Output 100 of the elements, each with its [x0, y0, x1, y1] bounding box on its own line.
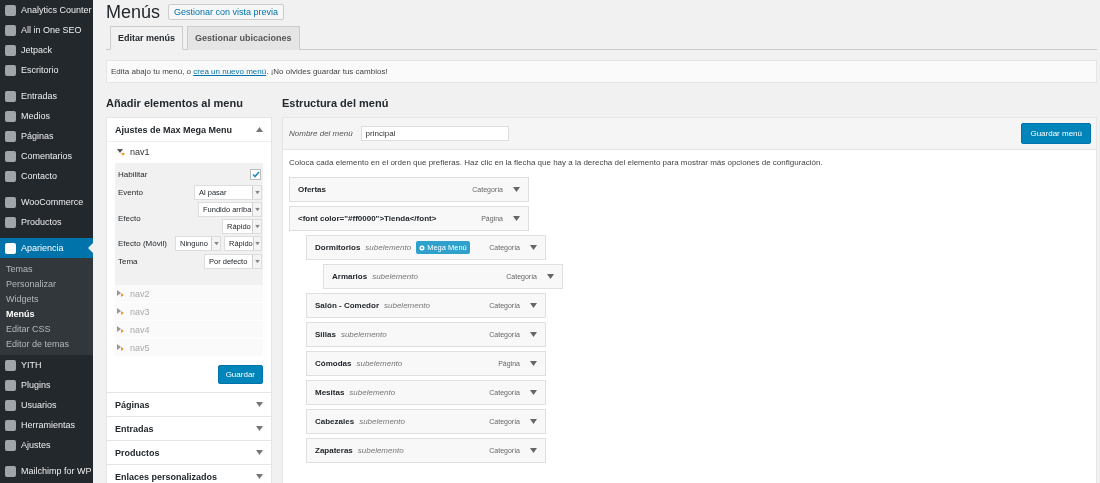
square-icon [5, 110, 16, 122]
caret-icon [254, 259, 260, 264]
setting-label: Efecto [118, 213, 141, 223]
sidebar-item[interactable]: Medios [0, 106, 93, 126]
tab[interactable]: Editar menús [110, 26, 183, 50]
caret-icon [117, 308, 125, 315]
submenu-item[interactable]: Menús [0, 306, 93, 321]
caret-icon [256, 127, 263, 132]
field-label: Nombre del menú [289, 129, 353, 138]
square-icon [5, 4, 16, 16]
item-subtitle: subelemento [340, 330, 387, 339]
item-title: Salón - Comedor [315, 301, 379, 310]
item-title: <font color="#ff0000">Tienda</font> [298, 214, 437, 223]
square-icon [5, 242, 16, 254]
sidebar-item[interactable]: Analytics Counter [0, 0, 93, 20]
submenu-item[interactable]: Editar CSS [0, 321, 93, 336]
notice-text: Edita abajo tu menú, o crea un nuevo menú. ¡No olvides guardar tus cambios! [106, 60, 1097, 83]
caret-icon [117, 148, 125, 156]
caret-icon [530, 303, 537, 308]
square-icon [5, 399, 16, 411]
caret-icon [513, 216, 520, 221]
sidebar-item[interactable]: Plugins [0, 375, 93, 395]
save-menu-button[interactable]: Guardar menú [1021, 123, 1091, 144]
sidebar-item[interactable]: Jetpack [0, 40, 93, 60]
item-subtitle: subelemento [365, 243, 412, 252]
square-icon [5, 90, 16, 102]
caret-icon [117, 326, 125, 333]
sidebar-item[interactable]: Páginas [0, 126, 93, 146]
tab[interactable]: Gestionar ubicaciones [187, 26, 300, 50]
accordion-header[interactable]: Enlaces personalizados [107, 464, 271, 483]
item-subtitle: subelemento [359, 417, 405, 426]
caret-icon [530, 419, 537, 424]
caret-icon [254, 190, 260, 195]
caret-icon [530, 332, 537, 337]
submenu-item[interactable]: Personalizar [0, 276, 93, 291]
sidebar-item[interactable]: Contacto [0, 166, 93, 186]
square-icon [5, 379, 16, 391]
caret-icon [117, 344, 125, 351]
item-subtitle: subelemento [384, 301, 430, 310]
setting-label: Habilitar [118, 170, 148, 179]
pointer-notch [88, 243, 93, 253]
square-icon [5, 196, 16, 208]
setting-label: Efecto (Móvil) [118, 239, 168, 248]
page-title: Menús [106, 1, 161, 23]
submenu-item[interactable]: Editor de temas [0, 336, 93, 351]
submenu-item[interactable]: Temas [0, 261, 93, 276]
square-icon [5, 150, 16, 162]
square-icon [5, 216, 16, 228]
item-title: Cómodas [315, 359, 352, 368]
caret-icon [530, 448, 537, 453]
caret-icon [256, 474, 263, 479]
checkmark-icon [251, 171, 260, 178]
square-icon [5, 439, 16, 451]
sidebar-item[interactable]: Ajustes [0, 435, 93, 455]
item-title: Armarios [332, 272, 368, 281]
caret-icon [256, 426, 263, 431]
sidebar-item[interactable]: Mailchimp for WP [0, 461, 93, 481]
square-icon [5, 465, 16, 477]
caret-icon [513, 187, 520, 192]
save-button[interactable]: Guardar [217, 365, 263, 384]
square-icon [5, 419, 16, 431]
caret-icon [530, 361, 537, 366]
square-icon [5, 24, 16, 36]
caret-icon [254, 207, 260, 212]
square-icon [5, 44, 16, 56]
item-title: Cabezales [315, 417, 355, 426]
caret-icon [256, 402, 263, 407]
caret-icon [547, 274, 554, 279]
caret-icon [213, 241, 219, 246]
square-icon [5, 64, 16, 76]
sidebar-item[interactable]: Escritorio [0, 60, 93, 80]
submenu-item[interactable]: Widgets [0, 291, 93, 306]
sidebar-item[interactable]: Comentarios [0, 146, 93, 166]
caret-icon [530, 245, 537, 250]
sidebar-item[interactable]: WooCommerce [0, 192, 93, 212]
sidebar-item[interactable]: Productos [0, 212, 93, 232]
item-subtitle: subelemento [356, 359, 403, 368]
sidebar-item[interactable]: YITH [0, 355, 93, 375]
sidebar-item[interactable]: Usuarios [0, 395, 93, 415]
caret-icon [254, 224, 260, 229]
item-title: Sillas [315, 330, 336, 339]
square-icon [5, 170, 16, 182]
setting-label: Evento [118, 188, 143, 197]
sidebar-item[interactable]: Entradas [0, 86, 93, 106]
menu-name-field[interactable]: principal [360, 126, 509, 141]
square-icon [5, 359, 16, 371]
item-title: Mesitas [315, 388, 345, 397]
section-heading: Estructura del menú [282, 97, 390, 109]
sidebar-item[interactable]: Herramientas [0, 415, 93, 435]
preview-button[interactable]: Gestionar con vista previa [168, 4, 285, 20]
sidebar-item[interactable]: Apariencia [0, 238, 93, 258]
sidebar-item[interactable]: All in One SEO [0, 20, 93, 40]
item-title: Ofertas [298, 185, 326, 194]
item-subtitle: subelemento [372, 272, 418, 281]
caret-icon [530, 390, 537, 395]
checkbox[interactable] [250, 169, 261, 180]
caret-icon [254, 241, 260, 246]
setting-label: Tema [118, 257, 138, 266]
item-subtitle: subelemento [349, 388, 396, 397]
item-subtitle: subelemento [357, 446, 404, 455]
